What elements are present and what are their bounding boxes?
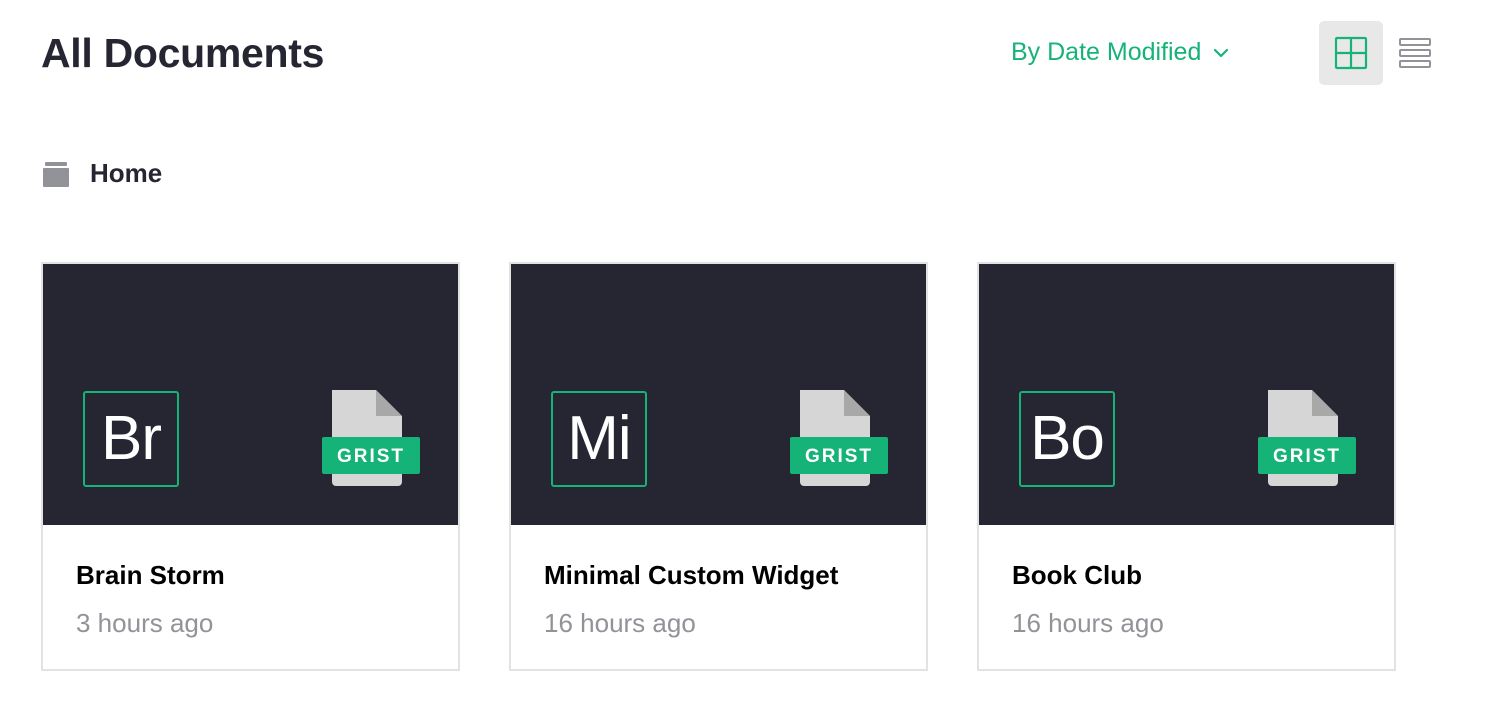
document-initials: Bo [1019,391,1115,487]
list-view-button[interactable] [1383,21,1447,85]
document-initials: Br [83,391,179,487]
document-card[interactable]: Mi GRIST Minimal Custom Widget 16 hours … [509,262,928,671]
documents-page: All Documents By Date Modified Home Br G… [0,0,1489,707]
document-modified: 16 hours ago [544,608,696,638]
chevron-down-icon [1214,48,1229,57]
grist-file-icon: GRIST [322,390,420,486]
grist-badge: GRIST [337,446,405,467]
document-thumbnail: Br GRIST [43,264,458,525]
document-card[interactable]: Bo GRIST Book Club 16 hours ago [977,262,1396,671]
folder-label: Home [90,158,163,188]
document-thumbnail: Bo GRIST [979,264,1394,525]
document-name: Brain Storm [76,560,225,590]
grid-view-button[interactable] [1319,21,1383,85]
grid-icon [1334,36,1368,70]
sort-label: By Date Modified [1011,38,1202,66]
document-modified: 16 hours ago [1012,608,1164,638]
document-initials: Mi [551,391,647,487]
document-name: Book Club [1012,560,1142,590]
document-name: Minimal Custom Widget [544,560,839,590]
breadcrumb-folder[interactable]: Home [43,158,162,189]
document-thumbnail: Mi GRIST [511,264,926,525]
grist-file-icon: GRIST [1258,390,1356,486]
grist-badge: GRIST [805,446,873,467]
sort-dropdown[interactable]: By Date Modified [1011,38,1229,67]
document-modified: 3 hours ago [76,608,214,638]
grist-badge: GRIST [1273,446,1341,467]
list-icon [1399,38,1431,68]
page-title: All Documents [41,30,325,76]
document-card[interactable]: Br GRIST Brain Storm 3 hours ago [41,262,460,671]
folder-icon [43,162,69,187]
grist-file-icon: GRIST [790,390,888,486]
